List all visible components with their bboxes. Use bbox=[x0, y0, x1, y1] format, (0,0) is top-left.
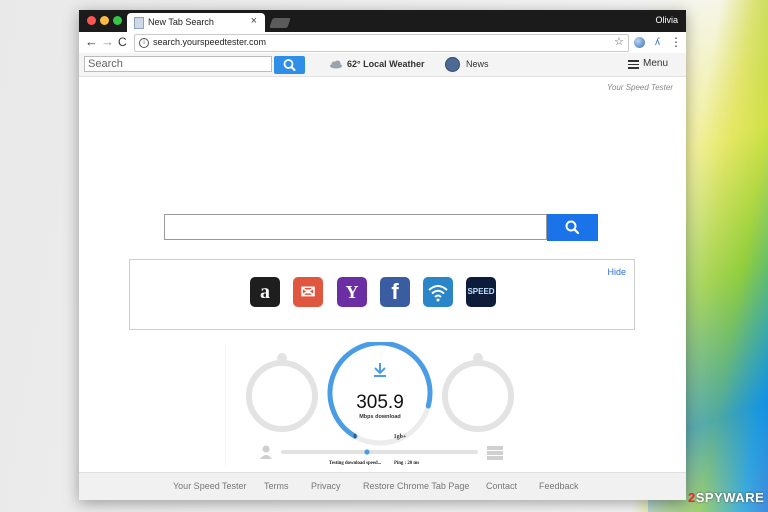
search-icon bbox=[565, 220, 580, 235]
upload-gauge bbox=[246, 360, 318, 432]
browser-tab[interactable]: New Tab Search × bbox=[127, 13, 265, 32]
progress-track bbox=[281, 450, 478, 454]
gauge-min-label: 0 bbox=[354, 434, 357, 440]
top-search-input[interactable] bbox=[84, 56, 272, 72]
brand-tagline: Your Speed Tester bbox=[607, 83, 673, 92]
footer-link-terms[interactable]: Terms bbox=[264, 481, 289, 491]
back-button[interactable]: ← bbox=[85, 34, 98, 50]
amazon-icon[interactable]: a bbox=[250, 277, 280, 307]
address-bar[interactable]: i search.yourspeedtester.com ☆ bbox=[134, 34, 629, 52]
page-icon bbox=[134, 17, 144, 29]
speed-test-widget: 305.9 Mbps download 0 1gb+ Testing downl… bbox=[224, 340, 525, 466]
tab-close-icon[interactable]: × bbox=[251, 15, 257, 27]
ping-text: Ping : 20 ms bbox=[394, 461, 419, 466]
browser-menu-icon[interactable]: ⋮ bbox=[670, 35, 682, 49]
ping-gauge-icon bbox=[473, 353, 483, 363]
speed-test-icon[interactable]: SPEED bbox=[466, 277, 496, 307]
progress-marker bbox=[364, 449, 370, 455]
forward-button[interactable]: → bbox=[101, 34, 114, 50]
server-icon bbox=[487, 446, 503, 460]
page-footer: Your Speed Tester Terms Privacy Restore … bbox=[79, 472, 686, 500]
gmail-icon[interactable]: ✉ bbox=[293, 277, 323, 307]
download-speed-value: 305.9 bbox=[356, 392, 404, 413]
extension-icon[interactable]: ʎ bbox=[652, 37, 663, 48]
browser-window: New Tab Search × Olivia ← → C i search.y… bbox=[79, 10, 686, 500]
site-navbar: 62° Local Weather News Menu bbox=[79, 53, 686, 77]
footer-link-restore-chrome-tab[interactable]: Restore Chrome Tab Page bbox=[363, 481, 469, 491]
main-search-input[interactable] bbox=[164, 214, 547, 240]
footer-link-feedback[interactable]: Feedback bbox=[539, 481, 579, 491]
bookmark-star-icon[interactable]: ☆ bbox=[614, 35, 624, 48]
local-weather-link[interactable]: 62° Local Weather bbox=[347, 59, 424, 69]
footer-link-your-speed-tester[interactable]: Your Speed Tester bbox=[173, 481, 247, 491]
close-window-button[interactable] bbox=[87, 16, 96, 25]
download-speed-unit: Mbps download bbox=[359, 414, 401, 420]
profile-name[interactable]: Olivia bbox=[655, 15, 678, 25]
download-gauge-fill bbox=[327, 340, 433, 439]
browser-toolbar: ← → C i search.yourspeedtester.com ☆ ʎ ⋮ bbox=[79, 32, 686, 54]
menu-link[interactable]: Menu bbox=[643, 58, 668, 69]
top-search-button[interactable] bbox=[274, 56, 305, 74]
minimize-window-button[interactable] bbox=[100, 16, 109, 25]
title-bar: New Tab Search × Olivia bbox=[79, 10, 686, 32]
info-icon[interactable]: i bbox=[139, 38, 149, 48]
main-search-button[interactable] bbox=[547, 214, 598, 241]
facebook-icon[interactable]: f bbox=[380, 277, 410, 307]
weather-cloud-icon bbox=[330, 60, 342, 69]
search-icon bbox=[283, 59, 296, 71]
globe-extension-icon[interactable] bbox=[634, 37, 645, 48]
yahoo-icon[interactable]: Y bbox=[337, 277, 367, 307]
watermark-logo: 2SPYWARE bbox=[688, 490, 765, 505]
maximize-window-button[interactable] bbox=[113, 16, 122, 25]
hide-link[interactable]: Hide bbox=[607, 267, 626, 277]
upload-gauge-icon bbox=[277, 353, 287, 363]
wifi-glyph bbox=[428, 285, 448, 302]
download-arrow-icon bbox=[374, 363, 386, 377]
quick-links-panel: Hide a ✉ Y f SPEED bbox=[129, 259, 635, 330]
wifi-icon[interactable] bbox=[423, 277, 453, 307]
news-icon[interactable] bbox=[445, 57, 460, 72]
footer-link-privacy[interactable]: Privacy bbox=[311, 481, 341, 491]
news-link[interactable]: News bbox=[466, 59, 489, 69]
gauge-max-label: 1gb+ bbox=[394, 434, 407, 440]
footer-link-contact[interactable]: Contact bbox=[486, 481, 517, 491]
tab-title: New Tab Search bbox=[148, 17, 214, 27]
hamburger-icon[interactable] bbox=[628, 60, 639, 69]
address-url[interactable]: search.yourspeedtester.com bbox=[153, 37, 266, 47]
test-status-text: Testing download speed... bbox=[329, 461, 381, 466]
reload-button[interactable]: C bbox=[118, 34, 127, 50]
user-icon bbox=[260, 445, 272, 459]
new-tab-button[interactable] bbox=[269, 18, 291, 28]
ping-gauge bbox=[442, 360, 514, 432]
